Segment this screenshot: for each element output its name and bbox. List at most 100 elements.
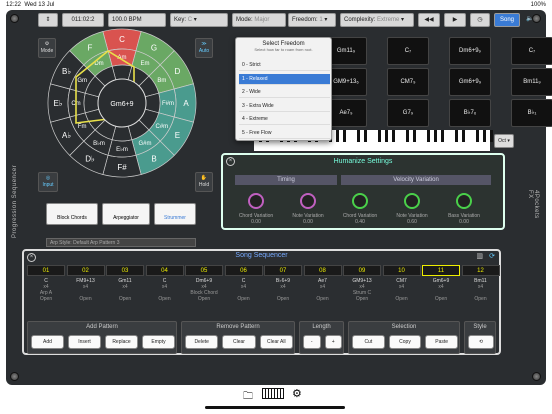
freedom-option[interactable]: 3 - Extra Wide — [239, 101, 330, 112]
freedom-option[interactable]: 1 - Relaxed — [239, 73, 330, 85]
freedom-option[interactable]: 0 - Strict — [239, 60, 330, 71]
key-select[interactable]: Key: C ▾ — [170, 13, 228, 27]
variation-knob[interactable] — [404, 193, 420, 209]
speaker-icon[interactable]: 🔈 — [522, 13, 538, 27]
bpm-field[interactable]: 100.0 BPM — [108, 13, 166, 27]
black-key[interactable] — [336, 130, 339, 142]
chord-pad[interactable]: G7₉ — [387, 99, 429, 127]
sequencer-slot[interactable]: 12 Bm11 x4 Open — [461, 265, 500, 314]
chord-pad[interactable]: C₇ — [387, 37, 429, 65]
slot-state: Open — [434, 296, 448, 302]
circle-chord-label: Em — [141, 61, 150, 67]
black-key[interactable] — [476, 130, 479, 142]
black-key[interactable] — [392, 130, 395, 142]
black-key[interactable] — [385, 130, 388, 142]
arpeggiator-button[interactable]: Arpeggiator — [102, 203, 150, 225]
sequencer-slot[interactable]: 04 Cx4 Open — [145, 265, 184, 314]
sequencer-slot[interactable]: 09 GM9+13 x4 Strum C Open — [343, 265, 381, 314]
folder-icon[interactable]: 🗀 — [243, 389, 253, 406]
oct-button[interactable]: Oct ▾ — [494, 134, 514, 148]
sequencer-slot[interactable]: 11 Gm6+9 x4 Open — [422, 265, 460, 314]
sequencer-slot[interactable]: 06 Cx4 Open — [224, 265, 263, 314]
position-display[interactable]: 011:02:2 — [62, 13, 104, 27]
--button[interactable]: + — [324, 335, 342, 349]
sequencer-slot[interactable]: 01 Cx4 Arp A Open — [27, 265, 65, 314]
black-key[interactable] — [441, 130, 444, 142]
--button[interactable]: ⟲ — [468, 335, 494, 349]
slot-number: 08 — [303, 265, 342, 276]
close-icon[interactable]: × — [27, 253, 36, 262]
black-key[interactable] — [364, 130, 367, 142]
chord-pad[interactable]: B♭7₆ — [449, 99, 491, 127]
rewind-icon[interactable]: ◀◀ — [418, 13, 440, 27]
chord-pad[interactable]: Dm6+9₉ — [449, 37, 491, 65]
copy-button[interactable]: Copy — [388, 335, 422, 349]
variation-knob[interactable] — [352, 193, 368, 209]
variation-knob[interactable] — [300, 193, 316, 209]
complexity-select[interactable]: Complexity: Extreme ▾ — [340, 13, 414, 27]
add-button[interactable]: Add — [31, 335, 64, 349]
song-button[interactable]: Song — [494, 13, 520, 27]
black-key[interactable] — [378, 130, 381, 142]
circle-chord-label: Dm — [94, 61, 103, 67]
play-icon[interactable]: ▶ — [444, 13, 466, 27]
freedom-select[interactable]: Freedom: 1 ▾ — [288, 13, 336, 27]
black-key[interactable] — [434, 130, 437, 142]
chord-pad[interactable]: Gm6+9₉ — [449, 68, 491, 96]
black-key[interactable] — [413, 130, 416, 142]
black-key[interactable] — [455, 130, 458, 142]
clear-button[interactable]: Clear — [222, 335, 256, 349]
sequencer-slot[interactable]: 05 Dm6+9 x4 Block Chord Open — [185, 265, 223, 314]
black-key[interactable] — [490, 130, 493, 142]
black-key[interactable] — [357, 130, 360, 142]
black-key[interactable] — [427, 130, 430, 142]
group-length: Length - + — [299, 321, 344, 354]
close-icon[interactable]: × — [226, 157, 235, 166]
black-key[interactable] — [343, 130, 346, 142]
status-date: Wed 13 Jul — [24, 2, 55, 8]
variation-knob[interactable] — [248, 193, 264, 209]
sequencer-slot[interactable]: 10 CM7 x4 Open — [382, 265, 421, 314]
black-key[interactable] — [462, 130, 465, 142]
slot-state: Open — [237, 296, 250, 302]
freedom-option[interactable]: 4 - Extreme — [239, 114, 330, 125]
arp-style-select[interactable]: Arp Style: Default Arp Pattern 3 — [46, 238, 196, 247]
metronome-icon[interactable]: ◷ — [470, 13, 490, 27]
group-label: Add Pattern — [86, 324, 118, 330]
freedom-option[interactable]: 2 - Wide — [239, 87, 330, 98]
strummer-button[interactable]: Strummer — [154, 203, 196, 225]
sequencer-slot[interactable]: 02 FM9+13 x4 Open — [66, 265, 105, 314]
replace-button[interactable]: Replace — [105, 335, 138, 349]
black-key[interactable] — [483, 130, 486, 142]
slot-state: Open — [158, 296, 171, 302]
mode-select[interactable]: Mode: Major — [232, 13, 286, 27]
sequencer-slot[interactable]: 08 Ae7 x4 Open — [303, 265, 342, 314]
piano-icon[interactable] — [262, 388, 284, 399]
empty-button[interactable]: Empty — [142, 335, 175, 349]
cut-button[interactable]: Cut — [352, 335, 385, 349]
chord-pad[interactable]: CM7₉ — [387, 68, 429, 96]
knob-label: Chord Variation 0.00 — [238, 213, 274, 225]
circle-chord-label: B — [151, 154, 156, 163]
slot-state: Open — [276, 296, 290, 302]
black-key[interactable] — [406, 130, 409, 142]
settings-icon[interactable]: ⚙ — [292, 387, 302, 400]
freedom-option[interactable]: 5 - Free Flow — [239, 128, 330, 139]
refresh-icon[interactable]: ⟳ — [489, 252, 495, 260]
chord-pad[interactable]: Bm11₉ — [511, 68, 552, 96]
delete-button[interactable]: Delete — [185, 335, 219, 349]
insert-button[interactable]: Insert — [68, 335, 101, 349]
chord-pad[interactable]: B♭₁ — [511, 99, 552, 127]
updown-icon[interactable]: ⇕ — [38, 13, 58, 27]
clear-all-button[interactable]: Clear All — [259, 335, 293, 349]
sequencer-slot[interactable]: 03 Gm11 x4 Open — [106, 265, 144, 314]
sequencer-slot[interactable]: 07 B♭6+9 x4 Open — [264, 265, 302, 314]
block-chords-button[interactable]: Block Chords — [46, 203, 98, 225]
piano-icon[interactable]: ▥ — [476, 252, 483, 260]
--button[interactable]: - — [303, 335, 321, 349]
variation-knob[interactable] — [456, 193, 472, 209]
circle-of-fifths[interactable]: CAmGEmDBmAF#mEC#mBG#mF#E♭mD♭B♭mA♭FmE♭ CmB… — [46, 27, 198, 179]
chord-pad[interactable]: C₇ — [511, 37, 552, 65]
paste-button[interactable]: Paste — [425, 335, 458, 349]
circle-chord-label: C — [119, 35, 125, 44]
